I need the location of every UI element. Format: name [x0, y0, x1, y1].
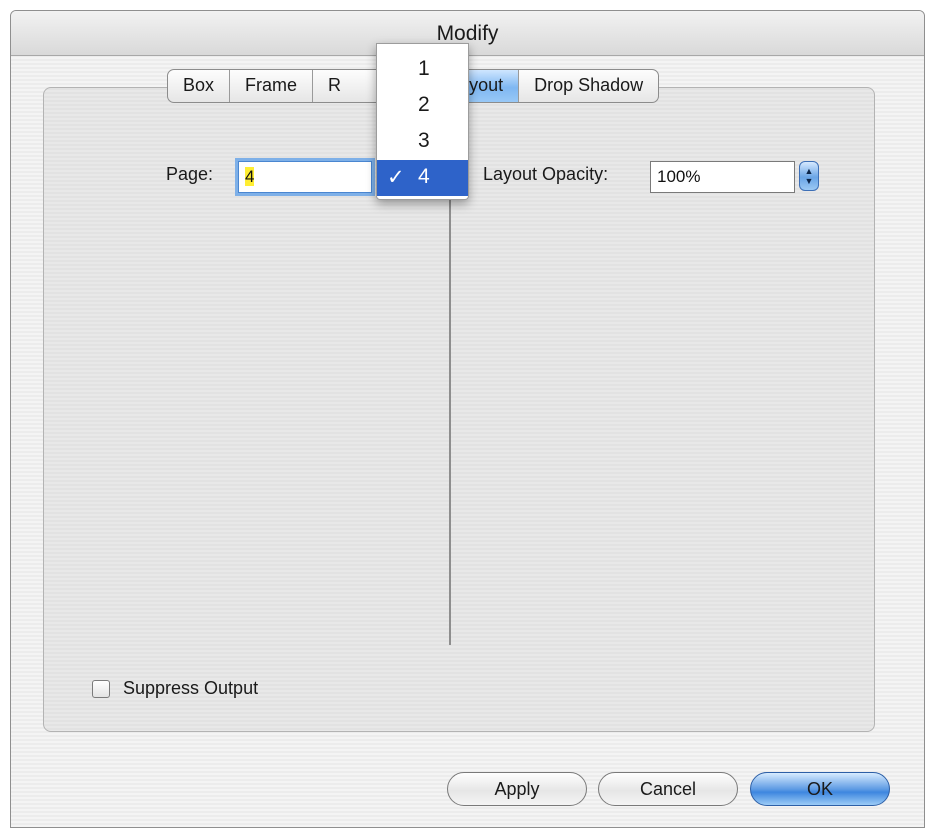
apply-button[interactable]: Apply	[447, 772, 587, 806]
page-option-1[interactable]: 1	[377, 52, 468, 88]
page-label: Page:	[166, 164, 214, 184]
page-input-value: 4	[245, 167, 255, 186]
tab-box[interactable]: Box	[168, 70, 231, 102]
suppress-output-checkbox[interactable]	[92, 679, 110, 698]
page-option-2[interactable]: 2	[377, 88, 468, 124]
stepper-up-icon: ▲	[804, 166, 814, 176]
stepper-down-icon: ▼	[804, 176, 814, 186]
checkmark-icon: ✓	[387, 166, 405, 189]
cancel-button[interactable]: Cancel	[598, 772, 738, 806]
ok-button[interactable]: OK	[750, 772, 890, 806]
panel-divider	[449, 200, 451, 645]
suppress-output-label: Suppress Output	[123, 678, 259, 698]
tab-drop-shadow[interactable]: Drop Shadow	[519, 70, 658, 102]
layout-opacity-input[interactable]: 100%	[650, 161, 795, 193]
layout-opacity-label: Layout Opacity:	[483, 164, 609, 184]
page-input[interactable]: 4	[238, 161, 372, 193]
layout-opacity-stepper[interactable]: ▲ ▼	[799, 161, 819, 191]
page-popup-menu: 1 2 3 ✓ 4	[376, 43, 469, 200]
tab-frame[interactable]: Frame	[230, 70, 314, 102]
page-option-4[interactable]: ✓ 4	[377, 160, 468, 196]
page-option-3[interactable]: 3	[377, 124, 468, 160]
suppress-output-option[interactable]: Suppress Output	[92, 678, 258, 699]
